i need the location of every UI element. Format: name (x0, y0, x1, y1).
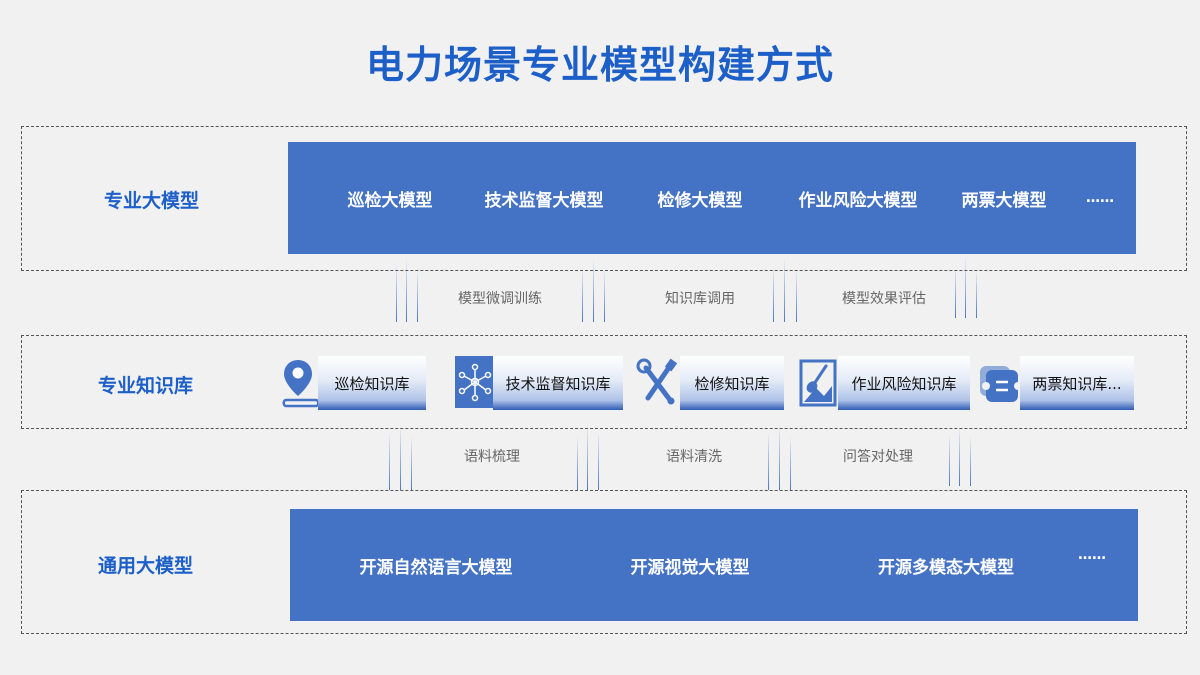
wrench-screwdriver-icon (636, 358, 678, 405)
expert-model-item: 作业风险大模型 (798, 190, 918, 211)
connector-label-finetune: 模型微调训练 (458, 291, 542, 307)
kb-card-operation-risk: 作业风险知识库 (798, 356, 970, 410)
kb-card-tech-supervision: 技术监督知识库 (455, 356, 623, 410)
expert-model-item: 技术监督大模型 (484, 190, 604, 211)
general-model-item: 开源视觉大模型 (630, 557, 750, 578)
connector-line (587, 424, 588, 490)
connector-line (976, 270, 977, 318)
general-model-tier-label: 通用大模型 (98, 555, 194, 577)
kb-card-work-tickets: 两票知识库... (978, 356, 1134, 410)
connector-label-corpus-cleaning: 语料清洗 (666, 449, 722, 465)
kb-label: 作业风险知识库 (838, 356, 970, 410)
page-title: 电力场景专业模型构建方式 (365, 43, 834, 87)
expert-model-item: 巡检大模型 (347, 190, 433, 211)
connector-label-evaluation: 模型效果评估 (842, 291, 926, 307)
connector-line (796, 270, 797, 322)
location-pin-icon (282, 360, 320, 408)
general-model-bar: 开源自然语言大模型 开源视觉大模型 开源多模态大模型 …… (290, 509, 1138, 621)
kb-card-inspection: 巡检知识库 (280, 356, 426, 410)
connector-line (768, 432, 769, 490)
general-model-ellipsis: …… (1078, 547, 1106, 563)
general-model-item: 开源自然语言大模型 (359, 557, 513, 578)
kb-label: 巡检知识库 (318, 356, 426, 410)
connector-line (411, 436, 412, 490)
connector-line (400, 424, 401, 490)
expert-model-ellipsis: …… (1086, 190, 1114, 206)
network-nodes-icon (455, 356, 495, 408)
connector-line (598, 432, 599, 490)
connector-label-corpus-sorting: 语料梳理 (464, 449, 520, 465)
connector-line (970, 436, 971, 486)
connector-line (965, 256, 966, 318)
connector-line (593, 258, 594, 322)
connector-line (406, 258, 407, 322)
expert-model-tier-label: 专业大模型 (104, 190, 200, 212)
expert-model-item: 两票大模型 (961, 190, 1047, 211)
connector-line (582, 266, 583, 322)
connector-line (784, 258, 785, 322)
connector-line (955, 266, 956, 318)
general-model-item: 开源多模态大模型 (878, 557, 1014, 578)
expert-model-bar: 巡检大模型 技术监督大模型 检修大模型 作业风险大模型 两票大模型 …… (288, 142, 1136, 254)
shovel-image-icon (799, 359, 837, 407)
knowledge-base-tier-label: 专业知识库 (98, 375, 194, 397)
connector-line (959, 426, 960, 486)
kb-label: 两票知识库... (1020, 356, 1134, 410)
connector-line (949, 434, 950, 486)
kb-card-maintenance: 检修知识库 (636, 356, 784, 410)
connector-line (779, 424, 780, 490)
connector-line (577, 436, 578, 490)
kb-label: 检修知识库 (680, 356, 784, 410)
connector-line (396, 264, 397, 322)
connector-line (604, 270, 605, 322)
kb-label: 技术监督知识库 (493, 356, 623, 410)
connector-line (790, 436, 791, 490)
connector-label-kb-call: 知识库调用 (665, 291, 735, 307)
ticket-icon (980, 366, 1022, 402)
connector-line (773, 266, 774, 322)
connector-line (417, 270, 418, 322)
connector-label-qa-processing: 问答对处理 (843, 449, 913, 465)
connector-line (389, 432, 390, 490)
expert-model-item: 检修大模型 (657, 190, 743, 211)
